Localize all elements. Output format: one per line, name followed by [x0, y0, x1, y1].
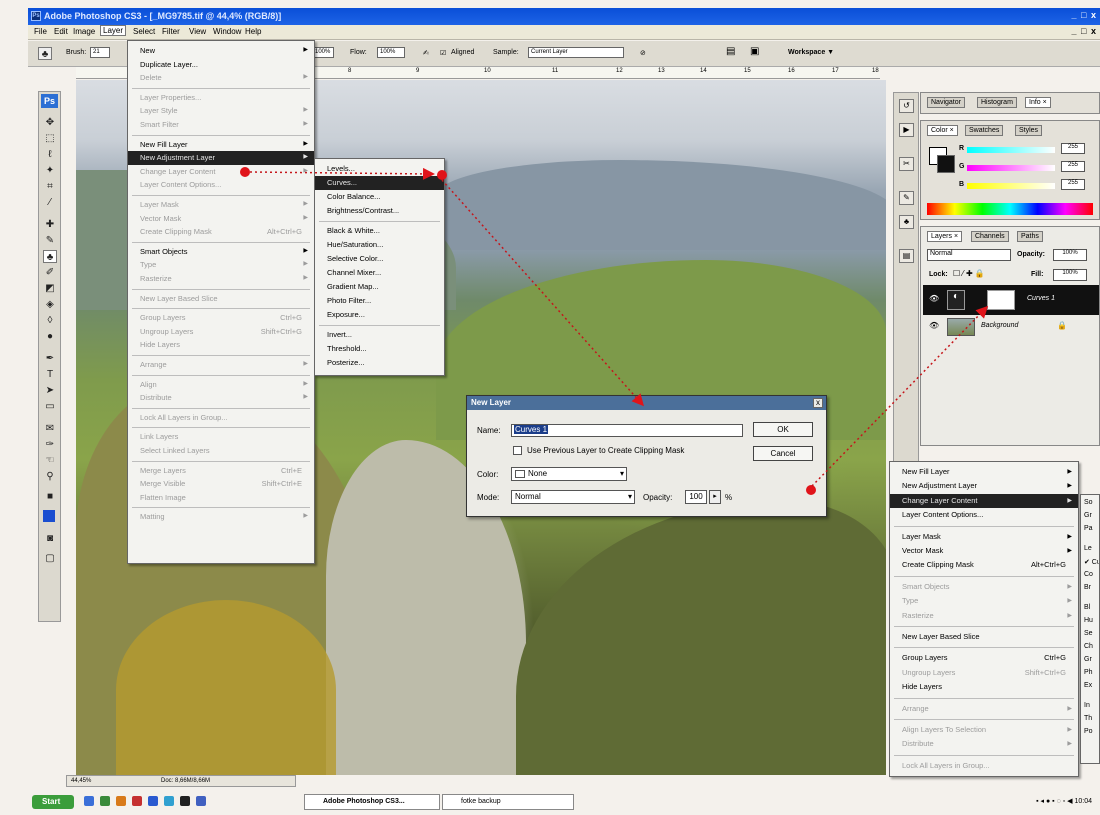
quicklaunch-icon[interactable]: [164, 796, 174, 806]
zoom-level[interactable]: 44,45%: [71, 778, 91, 784]
quicklaunch-icon[interactable]: [100, 796, 110, 806]
windows-taskbar: Start Adobe Photoshop CS3... fotke backu…: [28, 790, 1100, 815]
clock: 10:04: [1074, 798, 1092, 805]
quicklaunch-icon[interactable]: [196, 796, 206, 806]
taskbar-folder[interactable]: fotke backup: [442, 794, 574, 810]
status-bar: 44,45% Doc: 8,66M/8,66M: [66, 775, 296, 787]
quicklaunch-icon[interactable]: [148, 796, 158, 806]
quicklaunch-icon[interactable]: [84, 796, 94, 806]
arrow-to-layer: [811, 305, 989, 487]
quicklaunch-icon[interactable]: [180, 796, 190, 806]
arrow-to-dialog: [441, 179, 644, 407]
start-button[interactable]: Start: [32, 795, 74, 809]
taskbar-photoshop[interactable]: Adobe Photoshop CS3...: [304, 794, 440, 810]
document-size: Doc: 8,66M/8,66M: [161, 778, 211, 784]
arrow-to-curves: [249, 167, 435, 180]
quicklaunch-icon[interactable]: [132, 796, 142, 806]
system-tray: ▪ ◂ ● ▪ ◌ ▫ ◀ 10:04: [986, 794, 1096, 810]
quicklaunch-icon[interactable]: [116, 796, 126, 806]
tray-icons[interactable]: ▪ ◂ ● ▪ ◌ ▫ ◀: [1036, 798, 1074, 805]
instruction-arrows: [249, 167, 989, 487]
